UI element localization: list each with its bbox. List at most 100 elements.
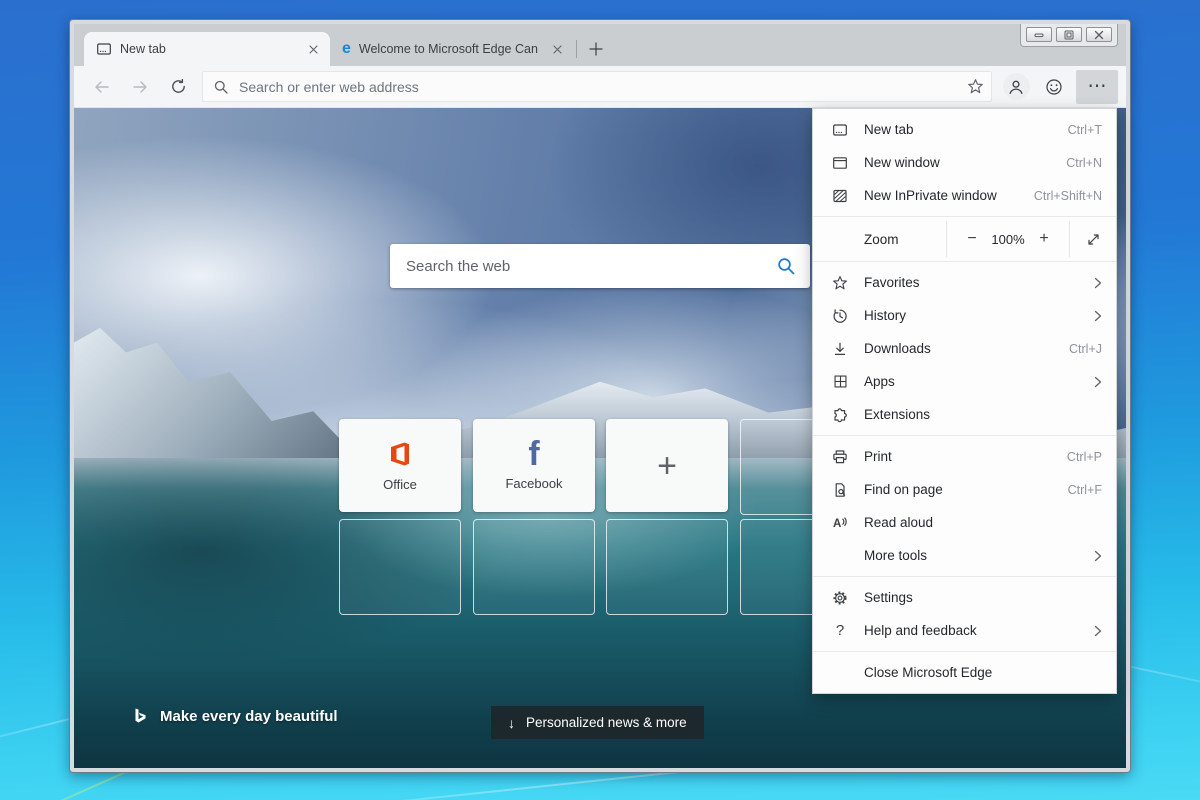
- tile-empty: [339, 519, 461, 615]
- menu-item-shortcut: Ctrl+T: [1068, 123, 1102, 137]
- find-on-page-icon: [831, 482, 849, 498]
- menu-item-more-tools[interactable]: More tools: [813, 539, 1116, 572]
- menu-item-label: Print: [864, 449, 1067, 464]
- tile-add[interactable]: +: [606, 419, 728, 512]
- menu-item-new-window[interactable]: New window Ctrl+N: [813, 146, 1116, 179]
- window-controls: [1020, 24, 1118, 47]
- tile-empty: [606, 519, 728, 615]
- office-logo-icon: [385, 439, 415, 469]
- menu-separator: [813, 216, 1116, 217]
- tile-empty: [473, 519, 595, 615]
- minimize-button[interactable]: [1026, 27, 1052, 42]
- tab-close-icon[interactable]: [304, 40, 322, 58]
- tile-label: Facebook: [505, 476, 562, 491]
- print-icon: [831, 449, 849, 465]
- menu-item-label: Extensions: [864, 407, 1102, 422]
- tab-new-tab[interactable]: New tab: [84, 32, 330, 66]
- tab-close-icon[interactable]: [548, 40, 566, 58]
- chevron-right-icon: [1092, 550, 1102, 562]
- menu-item-shortcut: Ctrl+J: [1069, 342, 1102, 356]
- tab-strip: New tab e Welcome to Microsoft Edge Can: [74, 24, 1126, 66]
- tab-title: Welcome to Microsoft Edge Can: [359, 42, 540, 56]
- new-window-icon: [831, 155, 849, 171]
- new-tab-icon: [831, 122, 849, 138]
- menu-separator: [813, 576, 1116, 577]
- tile-label: Office: [383, 477, 417, 492]
- back-button[interactable]: [86, 71, 118, 103]
- web-search-box[interactable]: [390, 244, 810, 288]
- new-tab-page-icon: [96, 41, 112, 57]
- settings-and-more-menu: New tab Ctrl+T New window Ctrl+N New InP…: [812, 108, 1117, 694]
- menu-item-shortcut: Ctrl+Shift+N: [1034, 189, 1102, 203]
- extensions-puzzle-icon: [831, 407, 849, 423]
- menu-item-label: Downloads: [864, 341, 1069, 356]
- profile-button[interactable]: [1000, 71, 1032, 103]
- menu-item-label: Favorites: [864, 275, 1092, 290]
- tab-welcome-edge[interactable]: e Welcome to Microsoft Edge Can: [330, 32, 574, 66]
- navigation-toolbar: ⋯: [74, 66, 1126, 108]
- fullscreen-button[interactable]: [1070, 221, 1116, 257]
- menu-item-history[interactable]: History: [813, 299, 1116, 332]
- close-button[interactable]: [1086, 27, 1112, 42]
- zoom-in-button[interactable]: +: [1033, 230, 1055, 248]
- menu-item-find-on-page[interactable]: Find on page Ctrl+F: [813, 473, 1116, 506]
- menu-item-apps[interactable]: Apps: [813, 365, 1116, 398]
- menu-item-extensions[interactable]: Extensions: [813, 398, 1116, 431]
- address-bar[interactable]: [202, 71, 992, 102]
- chevron-right-icon: [1092, 310, 1102, 322]
- menu-item-new-tab[interactable]: New tab Ctrl+T: [813, 113, 1116, 146]
- menu-item-label: Help and feedback: [864, 623, 1092, 638]
- read-aloud-icon: A: [831, 515, 849, 531]
- search-magnifier-icon[interactable]: [776, 256, 796, 276]
- menu-item-print[interactable]: Print Ctrl+P: [813, 440, 1116, 473]
- chevron-right-icon: [1092, 277, 1102, 289]
- help-question-icon: ?: [831, 622, 849, 639]
- menu-item-label: Apps: [864, 374, 1092, 389]
- menu-separator: [813, 261, 1116, 262]
- menu-separator: [813, 651, 1116, 652]
- menu-item-shortcut: Ctrl+N: [1066, 156, 1102, 170]
- menu-item-label: Find on page: [864, 482, 1068, 497]
- menu-item-label: Settings: [864, 590, 1102, 605]
- bing-attribution: Make every day beautiful: [132, 707, 338, 726]
- favorites-star-icon: [831, 275, 849, 291]
- maximize-button[interactable]: [1056, 27, 1082, 42]
- tab-separator: [576, 40, 577, 58]
- favorites-star-icon[interactable]: [959, 72, 991, 101]
- tile-office[interactable]: Office: [339, 419, 461, 512]
- facebook-logo-icon: f: [528, 440, 539, 469]
- new-tab-button[interactable]: [583, 36, 609, 62]
- bing-logo-icon: [132, 707, 149, 726]
- feedback-button[interactable]: [1038, 71, 1070, 103]
- new-inprivate-icon: [831, 188, 849, 204]
- menu-item-favorites[interactable]: Favorites: [813, 266, 1116, 299]
- chevron-right-icon: [1092, 376, 1102, 388]
- forward-button[interactable]: [124, 71, 156, 103]
- svg-text:A: A: [833, 518, 841, 530]
- settings-gear-icon: [831, 590, 849, 606]
- reload-button[interactable]: [162, 71, 194, 103]
- menu-item-help-and-feedback[interactable]: ? Help and feedback: [813, 614, 1116, 647]
- personalized-news-button[interactable]: ↓ Personalized news & more: [491, 706, 704, 739]
- menu-item-read-aloud[interactable]: A Read aloud: [813, 506, 1116, 539]
- tile-facebook[interactable]: f Facebook: [473, 419, 595, 512]
- address-input[interactable]: [237, 78, 951, 96]
- person-icon: [1003, 73, 1030, 100]
- menu-item-downloads[interactable]: Downloads Ctrl+J: [813, 332, 1116, 365]
- web-search-input[interactable]: [404, 257, 766, 276]
- menu-item-shortcut: Ctrl+P: [1067, 450, 1102, 464]
- zoom-label: Zoom: [813, 221, 946, 257]
- settings-and-more-button[interactable]: ⋯: [1076, 70, 1118, 104]
- menu-item-close-microsoft-edge[interactable]: Close Microsoft Edge: [813, 656, 1116, 689]
- down-arrow-icon: ↓: [508, 715, 515, 731]
- news-button-label: Personalized news & more: [526, 715, 687, 730]
- menu-item-new-inprivate-window[interactable]: New InPrivate window Ctrl+Shift+N: [813, 179, 1116, 212]
- zoom-out-button[interactable]: −: [961, 230, 983, 248]
- menu-item-label: New InPrivate window: [864, 188, 1034, 203]
- downloads-icon: [831, 341, 849, 357]
- menu-item-settings[interactable]: Settings: [813, 581, 1116, 614]
- apps-icon: [831, 374, 849, 389]
- menu-item-label: History: [864, 308, 1092, 323]
- history-icon: [831, 308, 849, 324]
- zoom-level: 100%: [991, 232, 1024, 247]
